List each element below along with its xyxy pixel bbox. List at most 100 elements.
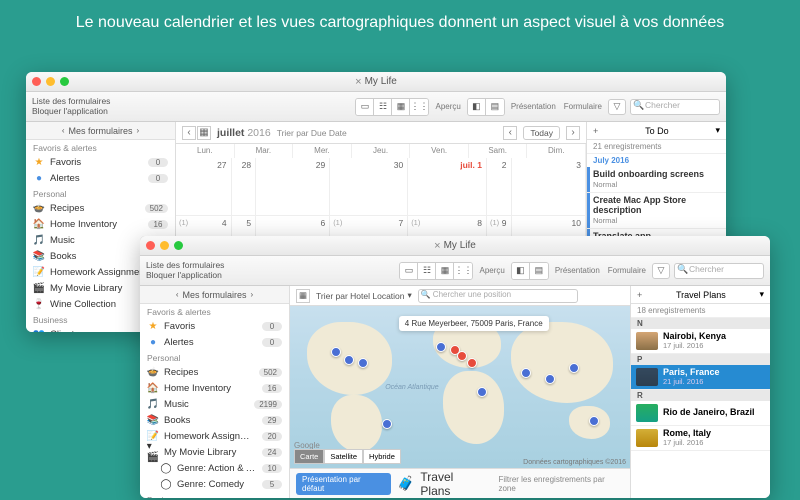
form-label: Formulaire: [608, 266, 646, 275]
section-letter: R: [631, 390, 770, 401]
mode-segmented[interactable]: ◧▤: [511, 262, 549, 280]
close-icon[interactable]: [32, 77, 41, 86]
map-footer: Présentation par défaut 🧳 Travel Plans F…: [290, 468, 630, 498]
presentation-pill[interactable]: Présentation par défaut: [296, 473, 391, 495]
map-marker[interactable]: [545, 374, 555, 384]
section-personal: Personal: [26, 186, 175, 200]
calendar-cell[interactable]: 27: [176, 158, 232, 216]
minimize-icon[interactable]: [46, 77, 55, 86]
section-letter: P: [631, 354, 770, 365]
todo-item[interactable]: Create Mac App Store descriptionNormal: [587, 193, 726, 229]
map-marker[interactable]: [436, 342, 446, 352]
travel-item[interactable]: Paris, France21 juil. 2016: [631, 365, 770, 390]
map-marker[interactable]: [521, 368, 531, 378]
hero-text: Le nouveau calendrier et les vues cartog…: [0, 0, 800, 48]
calendar-cell[interactable]: juil. 1: [408, 158, 487, 216]
calendar-cell[interactable]: 3: [512, 158, 586, 216]
cal-view-button[interactable]: ▦: [197, 126, 211, 140]
map-view[interactable]: Océan Atlantique 4 Rue Meyerbeer, 75009 …: [290, 306, 630, 468]
close-icon[interactable]: [146, 241, 155, 250]
minimize-icon[interactable]: [160, 241, 169, 250]
lock-app-button[interactable]: Bloquer l'application: [146, 271, 224, 280]
titlebar: My Life: [140, 236, 770, 256]
preview-label: Aperçu: [479, 266, 504, 275]
zoom-icon[interactable]: [60, 77, 69, 86]
mode-segmented[interactable]: ◧▤: [467, 98, 505, 116]
sidebar-item[interactable]: 🏠Home Inventory16: [140, 380, 289, 396]
suitcase-icon: 🧳: [397, 475, 414, 492]
calendar-cell[interactable]: 29: [256, 158, 330, 216]
section-favorites: Favoris & alertes: [140, 304, 289, 318]
sidebar-subitem[interactable]: ◯Genre: Comedy5: [140, 476, 289, 492]
map-back-button[interactable]: ▦: [296, 289, 310, 303]
section-personal: Personal: [140, 350, 289, 364]
sidebar-item-alerts[interactable]: ●Alertes0: [140, 334, 289, 350]
presentation-label: Présentation: [511, 102, 556, 111]
panel-title: To Do: [645, 126, 669, 136]
panel-menu-icon[interactable]: ▾: [759, 289, 764, 300]
map-marker[interactable]: [467, 358, 477, 368]
calendar-toolbar: ‹▦ juillet 2016 Trier par Due Date ‹ Tod…: [176, 122, 586, 144]
panel-title: Travel Plans: [676, 290, 726, 300]
travel-item[interactable]: Rio de Janeiro, Brazil: [631, 401, 770, 426]
map-toolbar: ▦ Trier par Hotel Location ▾ Chercher un…: [290, 286, 630, 306]
sidebar-item-favorites[interactable]: ★Favoris0: [140, 318, 289, 334]
sort-dropdown[interactable]: Trier par Hotel Location ▾: [316, 290, 412, 301]
sidebar-header[interactable]: ‹Mes formulaires›: [140, 286, 289, 304]
window-title: My Life: [434, 240, 476, 252]
today-button[interactable]: Today: [523, 126, 560, 140]
view-segmented[interactable]: ▭☷▦⋮⋮: [399, 262, 473, 280]
sidebar-item-recipes[interactable]: 🍲Recipes502: [26, 200, 175, 216]
calendar-cell[interactable]: 30: [330, 158, 408, 216]
toolbar: Liste des formulaires Bloquer l'applicat…: [140, 256, 770, 286]
sidebar-item[interactable]: 📝Homework Assignments20: [140, 428, 289, 444]
window-title: My Life: [355, 76, 397, 88]
sidebar-subitem[interactable]: ◯Genre: Action & Adventure10: [140, 460, 289, 476]
map-search-input[interactable]: Chercher une position: [418, 289, 578, 303]
calendar-day-headers: Lun.Mar.Mer.Jeu.Ven.Sam.Dim.: [176, 144, 586, 158]
sidebar-item-alerts[interactable]: ●Alertes0: [26, 170, 175, 186]
search-input[interactable]: Chercher: [630, 99, 720, 115]
sidebar-item[interactable]: 📚Books29: [140, 412, 289, 428]
sidebar: ‹Mes formulaires› Favoris & alertes ★Fav…: [140, 286, 290, 498]
filter-icon[interactable]: ▽: [652, 263, 670, 279]
search-input[interactable]: Chercher: [674, 263, 764, 279]
travel-item[interactable]: Rome, Italy17 juil. 2016: [631, 426, 770, 451]
cal-prev-button[interactable]: ‹: [182, 126, 196, 140]
panel-menu-icon[interactable]: ▾: [715, 125, 720, 136]
map-attribution: Données cartographiques ©2016: [523, 459, 626, 466]
map-marker[interactable]: [569, 363, 579, 373]
map-type-control[interactable]: CarteSatelliteHybride: [294, 449, 401, 464]
zoom-icon[interactable]: [174, 241, 183, 250]
map-marker[interactable]: [331, 347, 341, 357]
sort-label[interactable]: Trier par Due Date: [277, 128, 347, 138]
map-marker[interactable]: [382, 419, 392, 429]
map-marker[interactable]: [477, 387, 487, 397]
month-label: July 2016: [587, 154, 726, 167]
map-marker[interactable]: [457, 351, 467, 361]
section-business: Business: [140, 492, 289, 498]
filter-icon[interactable]: ▽: [608, 99, 626, 115]
map-callout[interactable]: 4 Rue Meyerbeer, 75009 Paris, France: [399, 316, 549, 331]
todo-item[interactable]: Build onboarding screensNormal: [587, 167, 726, 193]
sidebar-item-favorites[interactable]: ★Favoris0: [26, 154, 175, 170]
sidebar-header[interactable]: ‹Mes formulaires›: [26, 122, 175, 140]
calendar-cell[interactable]: 2: [487, 158, 512, 216]
map-marker[interactable]: [358, 358, 368, 368]
sidebar-item[interactable]: 🍲Recipes502: [140, 364, 289, 380]
view-segmented[interactable]: ▭☷▦⋮⋮: [355, 98, 429, 116]
next-month-button[interactable]: ›: [566, 126, 580, 140]
add-button[interactable]: +: [637, 290, 642, 300]
map-marker[interactable]: [344, 355, 354, 365]
sidebar-item-home[interactable]: 🏠Home Inventory16: [26, 216, 175, 232]
window-map: My Life Liste des formulaires Bloquer l'…: [140, 236, 770, 498]
calendar-cell[interactable]: 28: [232, 158, 257, 216]
prev-month-button[interactable]: ‹: [503, 126, 517, 140]
preview-label: Aperçu: [435, 102, 460, 111]
filter-label[interactable]: Filtrer les enregistrements par zone: [498, 475, 624, 493]
lock-app-button[interactable]: Bloquer l'application: [32, 107, 110, 116]
add-button[interactable]: +: [593, 126, 598, 136]
sidebar-item[interactable]: 🎵Music2199: [140, 396, 289, 412]
travel-item[interactable]: Nairobi, Kenya17 juil. 2016: [631, 329, 770, 354]
sidebar-item-movies[interactable]: ▾🎬My Movie Library24: [140, 444, 289, 460]
